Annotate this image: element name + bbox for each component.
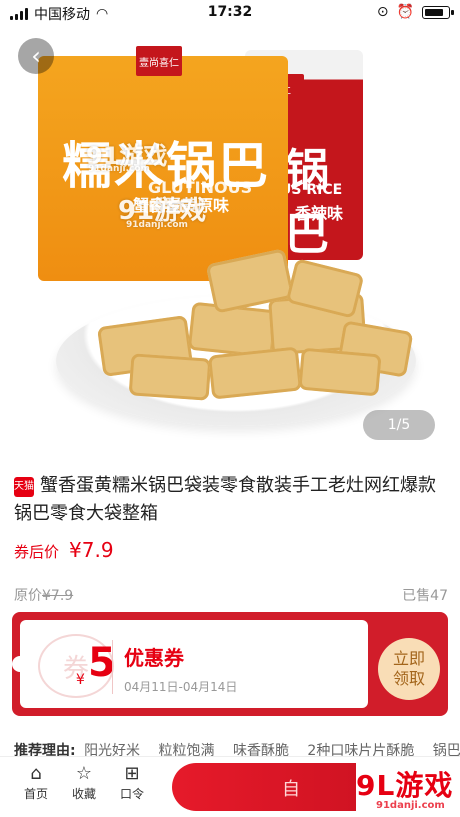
back-button[interactable]: ‹: [18, 38, 54, 74]
tab-home[interactable]: ⌂ 首页: [12, 763, 60, 802]
watermark: 91danji.com: [88, 164, 150, 174]
coupon-body: 券 ¥ 5 优惠券 04月11日-04月14日: [12, 620, 368, 708]
rice-crackers: [60, 226, 414, 401]
coupon-card[interactable]: 券 ¥ 5 优惠券 04月11日-04月14日 立即 领取: [12, 612, 448, 716]
alarm-icon: ⏰: [396, 4, 414, 20]
sold-count: 已售47: [402, 588, 448, 604]
home-icon: ⌂: [30, 763, 42, 784]
site-watermark-logo: 9L游戏 91danji.com: [356, 760, 460, 817]
coupon-price: ¥7.9: [69, 538, 114, 562]
coupon-name: 优惠券: [124, 646, 184, 670]
star-icon: ☆: [75, 763, 93, 784]
watermark: 91danji.com: [126, 220, 188, 230]
original-price: 原价¥7.9: [14, 588, 74, 604]
divider: [112, 640, 113, 694]
tab-favorite[interactable]: ☆ 收藏: [60, 763, 108, 802]
product-image-carousel[interactable]: 锅巴 US RICE 香辣味 喜仁 糯米锅巴 GLUTINOUS RICE 蟹香…: [0, 26, 460, 451]
product-title: 天猫 蟹香蛋黄糯米锅巴袋装零食散装手工老灶网红爆款锅巴零食大袋整箱: [14, 475, 436, 524]
coupon-dates: 04月11日-04月14日: [124, 680, 238, 694]
status-bar: 中国移动 ◠ 17:32 ⊙ ⏰: [0, 0, 460, 26]
claim-coupon-button[interactable]: 立即 领取: [378, 638, 440, 700]
battery-icon: [422, 5, 454, 19]
coupon-notch: [12, 656, 28, 672]
plus-square-icon: ⊞: [124, 763, 140, 784]
coupon-price-label: 券后价: [14, 543, 60, 561]
orientation-lock-icon: ⊙: [376, 4, 389, 20]
tmall-icon: 天猫: [14, 477, 34, 497]
image-pager: 1/5: [363, 410, 435, 440]
price-row: 券后价 ¥7.9: [14, 538, 114, 562]
chevron-left-icon: ‹: [31, 42, 41, 70]
brand-tag: 壹尚喜仁: [136, 46, 182, 76]
tab-password-code[interactable]: ⊞ 口令: [108, 763, 156, 802]
coupon-currency: ¥: [76, 672, 85, 688]
